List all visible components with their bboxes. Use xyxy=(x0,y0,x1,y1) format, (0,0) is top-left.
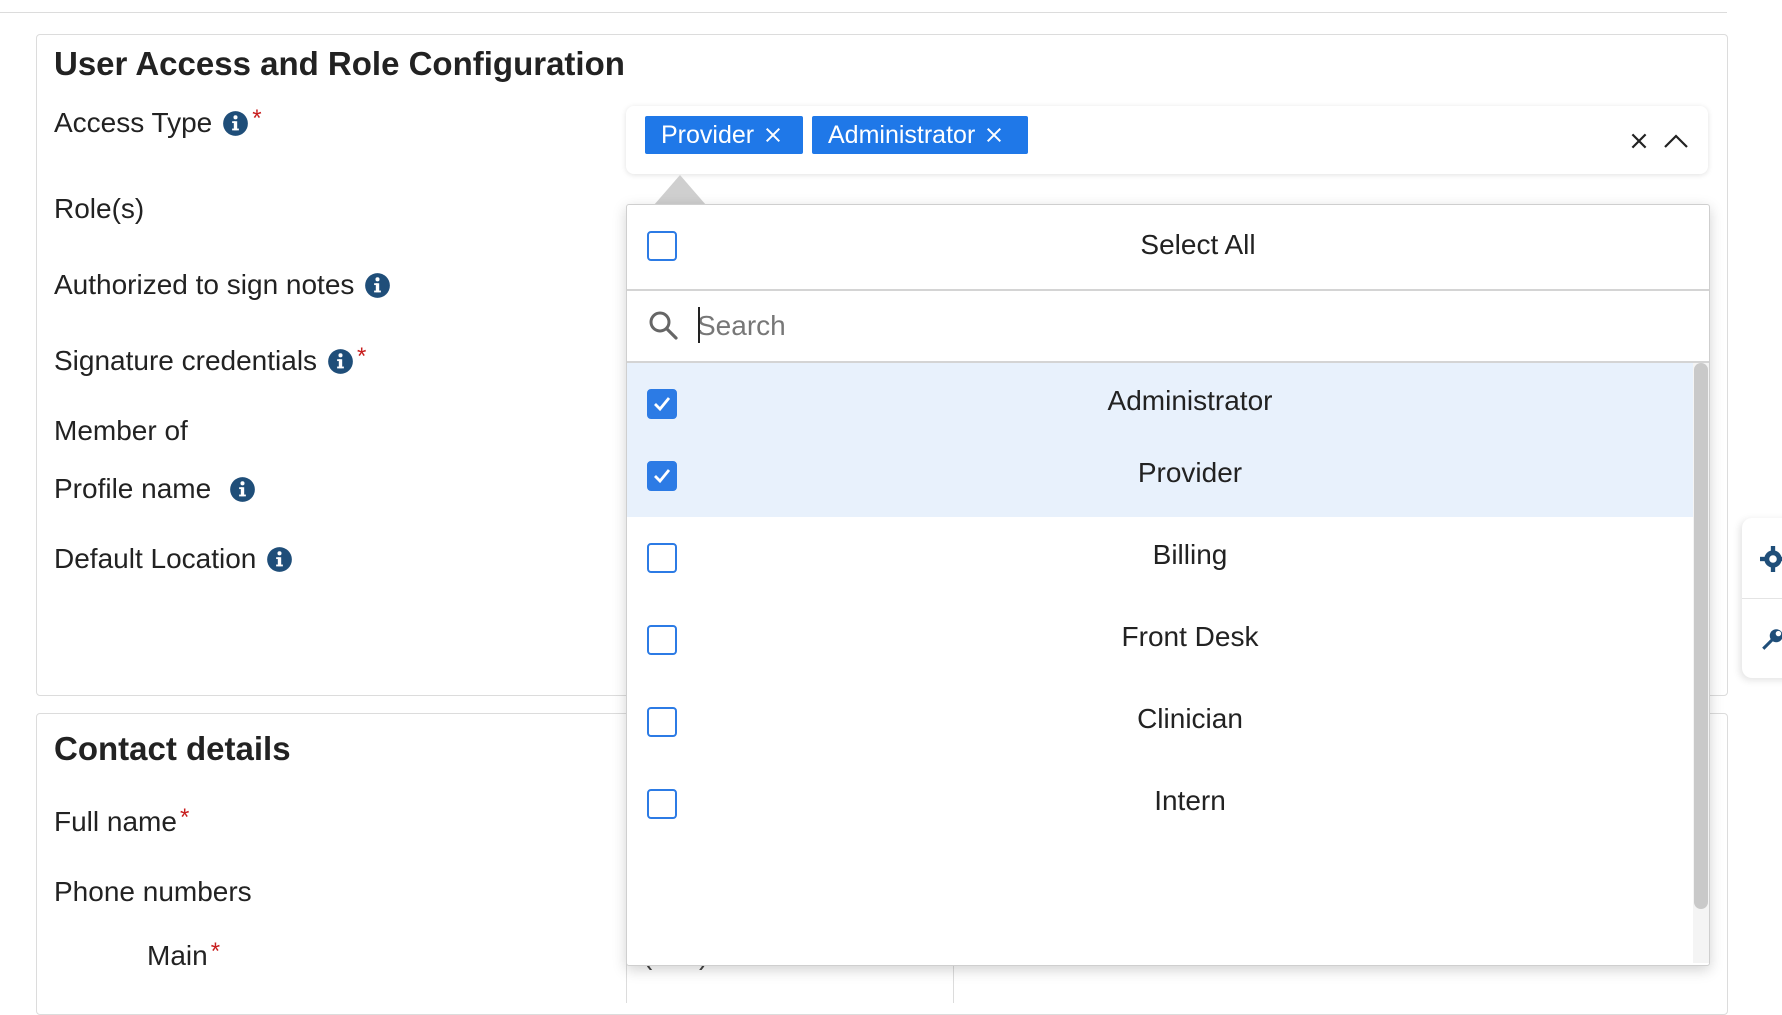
chip-label: Administrator xyxy=(828,121,975,150)
access-type-select[interactable]: Provider Administrator xyxy=(626,106,1708,174)
check-icon xyxy=(652,466,672,486)
select-all-option[interactable]: Select All xyxy=(627,205,1709,291)
checkbox[interactable] xyxy=(647,789,677,819)
access-card-title: User Access and Role Configuration xyxy=(54,45,625,83)
required-marker: * xyxy=(211,938,220,966)
chip-administrator: Administrator xyxy=(812,116,1028,154)
dropdown-search xyxy=(627,291,1709,363)
option-label: Administrator xyxy=(687,385,1693,417)
main-phone-label: Main * xyxy=(147,940,220,972)
required-marker: * xyxy=(180,804,189,832)
close-icon[interactable] xyxy=(985,126,1003,144)
top-divider xyxy=(0,12,1727,13)
chevron-up-icon[interactable] xyxy=(1662,130,1690,152)
chip-label: Provider xyxy=(661,121,754,150)
side-divider xyxy=(1742,598,1782,599)
info-icon[interactable] xyxy=(222,110,249,137)
search-input[interactable] xyxy=(697,303,1657,349)
option-label: Front Desk xyxy=(687,621,1693,653)
info-icon[interactable] xyxy=(364,272,391,299)
authorized-sign-notes-label: Authorized to sign notes xyxy=(54,269,391,301)
full-name-label: Full name * xyxy=(54,806,189,838)
close-icon[interactable] xyxy=(764,126,782,144)
roles-label: Role(s) xyxy=(54,193,144,225)
chip-provider: Provider xyxy=(645,116,803,154)
access-type-label: Access Type * xyxy=(54,107,262,139)
option-intern[interactable]: Intern xyxy=(627,763,1693,845)
clear-selection-icon[interactable] xyxy=(1628,130,1650,152)
options-list: Administrator Provider Billing Front Des… xyxy=(627,363,1693,963)
info-icon[interactable] xyxy=(327,348,354,375)
phone-numbers-label: Phone numbers xyxy=(54,876,252,908)
tools-icon[interactable] xyxy=(1760,626,1782,652)
default-location-label: Default Location xyxy=(54,543,293,575)
option-label: Clinician xyxy=(687,703,1693,735)
required-marker: * xyxy=(357,343,366,371)
signature-credentials-label: Signature credentials * xyxy=(54,345,366,377)
contact-card-title: Contact details xyxy=(54,730,291,768)
select-all-checkbox[interactable] xyxy=(647,231,677,261)
checkbox[interactable] xyxy=(647,543,677,573)
checkbox-checked[interactable] xyxy=(647,461,677,491)
access-type-dropdown: Select All Administrator Provider Billin… xyxy=(626,204,1710,966)
check-icon xyxy=(652,394,672,414)
dropdown-caret xyxy=(654,175,706,205)
option-administrator[interactable]: Administrator xyxy=(627,363,1693,445)
info-icon[interactable] xyxy=(266,546,293,573)
scrollbar-thumb[interactable] xyxy=(1694,363,1708,909)
option-billing[interactable]: Billing xyxy=(627,517,1693,599)
checkbox-checked[interactable] xyxy=(647,389,677,419)
option-label: Intern xyxy=(687,785,1693,817)
profile-name-label: Profile name xyxy=(54,473,256,505)
text-cursor xyxy=(698,307,700,343)
checkbox[interactable] xyxy=(647,707,677,737)
option-label: Provider xyxy=(687,457,1693,489)
option-clinician[interactable]: Clinician xyxy=(627,681,1693,763)
side-tools-panel xyxy=(1742,518,1782,678)
option-label: Billing xyxy=(687,539,1693,571)
gear-icon[interactable] xyxy=(1760,546,1782,572)
required-marker: * xyxy=(252,105,261,133)
select-all-label: Select All xyxy=(687,229,1709,261)
checkbox[interactable] xyxy=(647,625,677,655)
option-provider[interactable]: Provider xyxy=(627,435,1693,517)
option-front-desk[interactable]: Front Desk xyxy=(627,599,1693,681)
info-icon[interactable] xyxy=(229,476,256,503)
member-of-label: Member of xyxy=(54,415,188,447)
search-icon xyxy=(647,309,679,341)
